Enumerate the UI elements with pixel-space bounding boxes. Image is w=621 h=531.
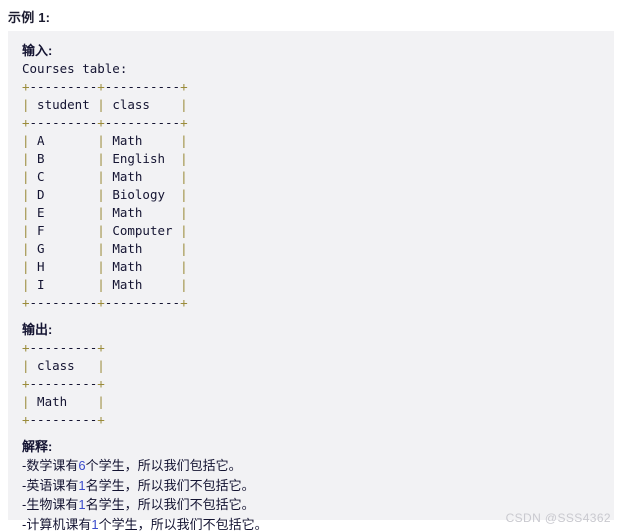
explanation-count: 1 [91,516,99,531]
explanation-label: 解释: [22,439,53,454]
input-table-caption: Courses table: [22,61,128,76]
explanation-line: -英语课有1名学生，所以我们不包括它。 [22,477,255,493]
input-ascii-table: +---------+----------+ | student | class… [22,79,188,310]
explanation-count: 1 [78,477,86,493]
output-ascii-table: +---------+ | class | +---------+ | Math… [22,340,105,427]
explanation-count: 6 [78,458,86,473]
output-label: 输出: [22,322,53,337]
explanation-count: 1 [78,497,86,512]
watermark: CSDN @SSS4362 [505,511,611,525]
explanation-line: -数学课有6个学生，所以我们包括它。 [22,458,242,473]
page-title: 示例 1: [8,10,51,25]
example-code-panel: 输入: Courses table: +---------+----------… [8,31,614,531]
page-root: 示例 1: 输入: Courses table: +---------+----… [0,0,621,531]
input-label: 输入: [22,43,53,58]
